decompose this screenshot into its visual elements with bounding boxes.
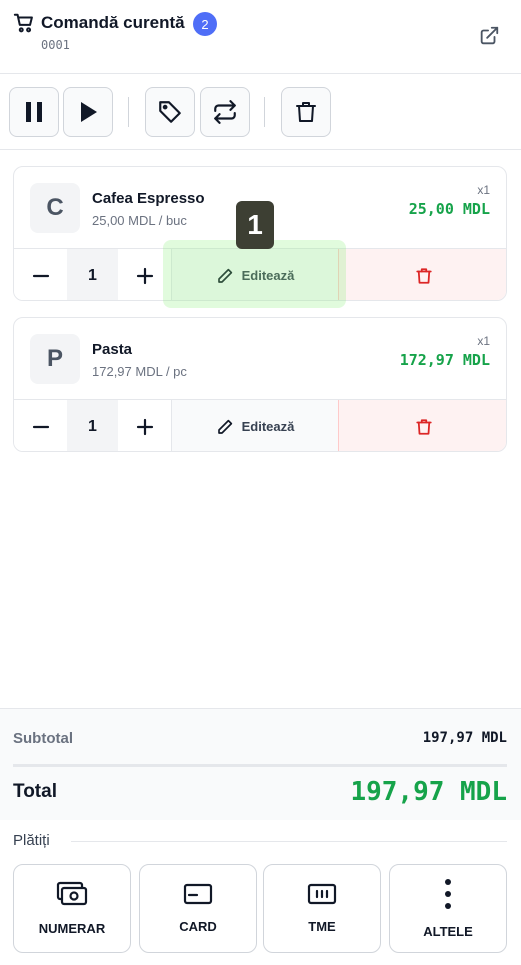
more-vertical-icon — [445, 879, 451, 909]
pay-other-label: ALTELE — [423, 924, 473, 939]
order-number: 0001 — [41, 38, 70, 52]
tag-icon — [159, 101, 181, 123]
subtotal-label: Subtotal — [13, 730, 73, 747]
order-summary: Subtotal 197,97 MDL Total 197,97 MDL — [0, 708, 521, 820]
item-total: 25,00 MDL — [408, 200, 490, 218]
edit-item-button[interactable]: Editează — [171, 400, 338, 451]
item-qty-badge: x1 — [477, 334, 490, 348]
trash-icon — [296, 102, 316, 122]
pause-button[interactable] — [9, 87, 59, 137]
pay-tme-label: TME — [308, 919, 336, 934]
summary-divider — [13, 764, 507, 767]
pay-other-button[interactable]: ALTELE — [389, 864, 507, 953]
order-item-card: P Pasta 172,97 MDL / pc x1 172,97 MDL 1 … — [13, 317, 507, 452]
decrease-qty-button[interactable] — [14, 249, 67, 300]
page-title: Comandă curentă — [41, 13, 185, 32]
item-name: Cafea Espresso — [92, 190, 205, 207]
item-unit-price: 25,00 MDL / buc — [92, 213, 187, 228]
cash-icon — [56, 881, 88, 906]
plus-icon — [136, 418, 153, 435]
target-highlight — [163, 240, 346, 308]
item-count-badge: 2 — [193, 12, 217, 36]
item-avatar: P — [30, 334, 80, 384]
payments-divider — [71, 841, 507, 842]
cart-icon — [13, 13, 33, 33]
credit-card-icon — [183, 883, 213, 905]
clear-order-button[interactable] — [281, 87, 331, 137]
total-value: 197,97 MDL — [350, 777, 507, 807]
item-qty-badge: x1 — [477, 183, 490, 197]
item-unit-price: 172,97 MDL / pc — [92, 364, 187, 379]
decrease-qty-button[interactable] — [14, 400, 67, 451]
edit-label: Editează — [241, 419, 295, 434]
transfer-button[interactable] — [200, 87, 250, 137]
minus-icon — [32, 425, 49, 428]
external-link-icon[interactable] — [478, 25, 500, 47]
discount-tag-button[interactable] — [145, 87, 195, 137]
minus-icon — [32, 274, 49, 277]
swap-icon — [214, 100, 236, 124]
toolbar-divider — [128, 97, 129, 127]
pay-tme-button[interactable]: TME — [263, 864, 381, 953]
terminal-icon — [307, 883, 337, 905]
subtotal-value: 197,97 MDL — [422, 730, 507, 746]
increase-qty-button[interactable] — [118, 400, 171, 451]
trash-icon — [415, 267, 432, 284]
item-avatar: C — [30, 183, 80, 233]
delete-item-button[interactable] — [338, 249, 506, 300]
order-header: Comandă curentă 2 0001 — [0, 0, 521, 74]
order-toolbar — [0, 75, 521, 150]
play-icon — [81, 102, 97, 122]
delete-item-button[interactable] — [338, 400, 506, 451]
item-total: 172,97 MDL — [399, 351, 490, 369]
pay-cash-label: NUMERAR — [38, 921, 106, 936]
total-label: Total — [13, 781, 57, 802]
item-name: Pasta — [92, 341, 133, 358]
pay-card-label: CARD — [179, 919, 217, 934]
quantity-value[interactable]: 1 — [67, 400, 118, 451]
annotation-marker: 1 — [236, 201, 274, 249]
pay-card-button[interactable]: CARD — [139, 864, 257, 953]
pause-icon — [26, 102, 42, 122]
plus-icon — [136, 267, 153, 284]
trash-icon — [415, 418, 432, 435]
item-actions: 1 Editează — [14, 399, 506, 451]
pencil-icon — [217, 419, 232, 434]
toolbar-divider — [264, 97, 265, 127]
payments-label: Plătiți — [13, 832, 50, 849]
pay-cash-button[interactable]: NUMERAR — [13, 864, 131, 953]
quantity-value[interactable]: 1 — [67, 249, 118, 300]
play-button[interactable] — [63, 87, 113, 137]
